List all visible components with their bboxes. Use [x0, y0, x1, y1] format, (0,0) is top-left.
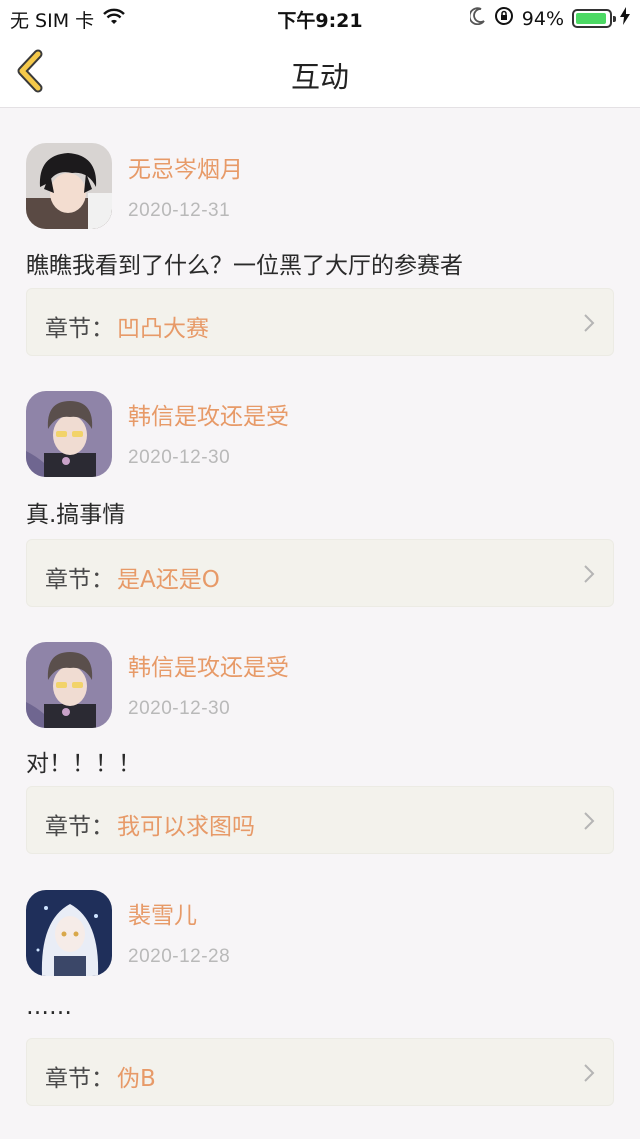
chapter-label: 章节： — [45, 567, 114, 593]
comment-feed: 无忌岑烟月 2020-12-31 瞧瞧我看到了什么？一位黑了大厅的参赛者 章节：… — [0, 108, 640, 1109]
comment-text: …… — [26, 994, 72, 1020]
chapter-link[interactable]: 章节： 是A还是O — [26, 539, 614, 607]
avatar[interactable] — [26, 642, 112, 728]
comment-date: 2020-12-31 — [128, 200, 231, 221]
status-bar: 无 SIM 卡 下午9:21 94% — [0, 0, 640, 34]
chapter-name: 是A还是O — [117, 567, 220, 593]
username[interactable]: 无忌岑烟月 — [128, 150, 243, 184]
battery-percent: 94% — [521, 7, 564, 30]
chapter-label: 章节： — [45, 814, 114, 840]
avatar[interactable] — [26, 391, 112, 477]
chapter-link[interactable]: 章节： 我可以求图吗 — [26, 786, 614, 854]
chapter-name: 我可以求图吗 — [117, 814, 255, 840]
chapter-name: 凹凸大赛 — [117, 316, 209, 342]
chevron-right-icon — [584, 565, 595, 583]
chapter-name: 伪B — [117, 1066, 156, 1092]
comment-item: 韩信是攻还是受 2020-12-30 真.搞事情 章节： 是A还是O — [0, 359, 640, 610]
comment-text: 对！！！！ — [26, 751, 141, 777]
orientation-lock-icon — [494, 6, 514, 31]
username[interactable]: 韩信是攻还是受 — [128, 648, 289, 682]
avatar[interactable] — [26, 143, 112, 229]
avatar[interactable] — [26, 890, 112, 976]
chapter-link[interactable]: 章节： 凹凸大赛 — [26, 288, 614, 356]
moon-icon — [468, 7, 486, 30]
username[interactable]: 韩信是攻还是受 — [128, 397, 289, 431]
battery-icon — [572, 9, 616, 28]
chapter-link[interactable]: 章节： 伪B — [26, 1038, 614, 1106]
comment-text: 真.搞事情 — [26, 502, 126, 528]
comment-item: 韩信是攻还是受 2020-12-30 对！！！！ 章节： 我可以求图吗 — [0, 610, 640, 858]
comment-item: 无忌岑烟月 2020-12-31 瞧瞧我看到了什么？一位黑了大厅的参赛者 章节：… — [0, 108, 640, 359]
nav-bar: 互动 — [0, 34, 640, 108]
comment-date: 2020-12-28 — [128, 946, 231, 967]
chevron-right-icon — [584, 1064, 595, 1082]
charging-icon — [620, 7, 630, 30]
comment-text: 瞧瞧我看到了什么？一位黑了大厅的参赛者 — [26, 253, 463, 279]
comment-item: 裴雪儿 2020-12-28 …… 章节： 伪B — [0, 858, 640, 1109]
page-title: 互动 — [290, 60, 349, 94]
chapter-label: 章节： — [45, 316, 114, 342]
chevron-right-icon — [584, 314, 595, 332]
username[interactable]: 裴雪儿 — [128, 896, 197, 930]
comment-date: 2020-12-30 — [128, 698, 231, 719]
chevron-right-icon — [584, 812, 595, 830]
comment-date: 2020-12-30 — [128, 447, 231, 468]
chapter-label: 章节： — [45, 1066, 114, 1092]
